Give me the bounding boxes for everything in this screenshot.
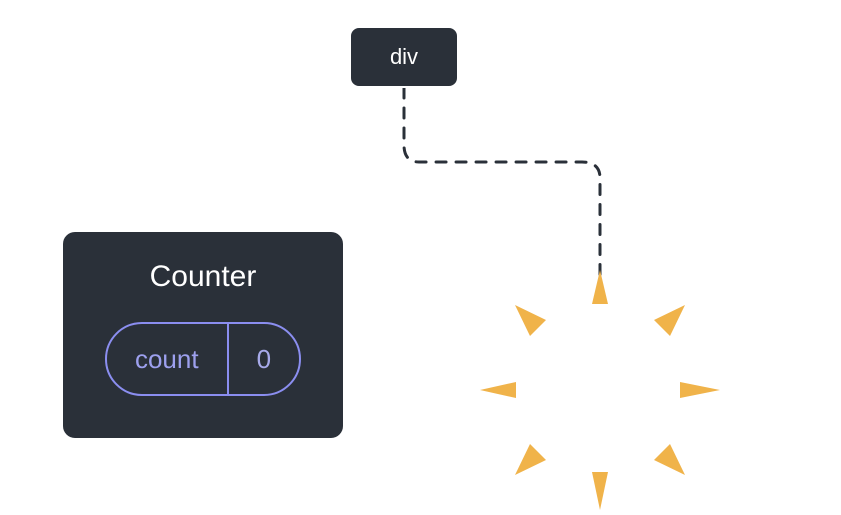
- tree-diagram: div Counter count 0: [0, 0, 841, 505]
- sparkle-placeholder-icon: [480, 270, 720, 510]
- root-node-label: div: [390, 44, 418, 70]
- root-node: div: [349, 26, 459, 88]
- counter-node: Counter count 0: [61, 230, 345, 440]
- counter-title: Counter: [150, 260, 257, 294]
- state-pill: count 0: [105, 322, 301, 396]
- state-key: count: [107, 324, 229, 394]
- state-value: 0: [229, 324, 299, 394]
